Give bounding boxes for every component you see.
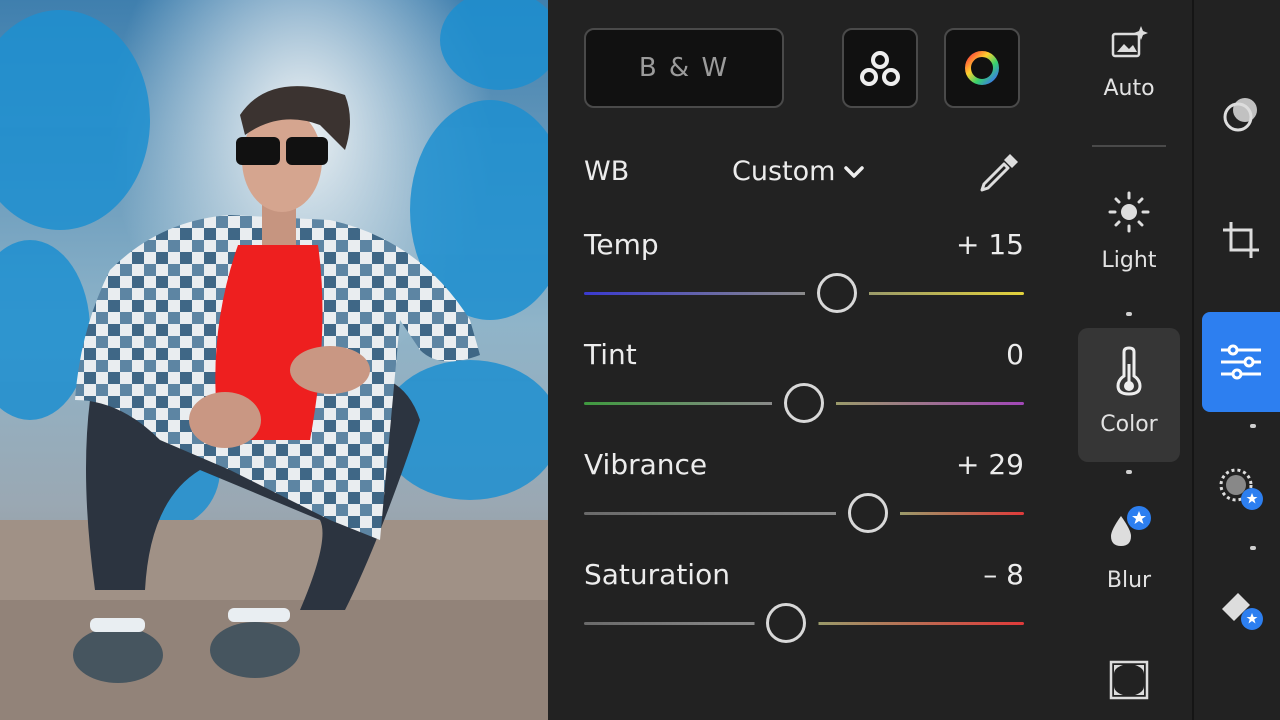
tool-vignette[interactable] [1078,660,1180,710]
white-balance-eyedropper[interactable] [976,150,1022,196]
color-edit-panel: B & W WB Custom Temp + 15 Tint 0 Vibranc… [548,0,1078,720]
temp-label: Temp [584,228,659,261]
white-balance-label: WB [584,156,630,187]
photo-preview [0,0,548,720]
saturation-slider-row: Saturation – 8 [584,558,1024,658]
sun-icon [1108,191,1150,233]
presets-icon [1223,98,1257,132]
eyedropper-icon [980,154,1018,192]
blur-drop-icon [1111,506,1151,546]
tool-light-label: Light [1101,248,1157,273]
masking-icon [1219,468,1263,510]
profiles-icon [860,51,900,86]
vibrance-slider-row: Vibrance + 29 [584,448,1024,548]
edit-tools-strip: Auto Light Color Blur [1078,0,1192,720]
tint-value: 0 [1006,338,1024,371]
vibrance-label: Vibrance [584,448,708,481]
profiles-button[interactable] [842,28,918,108]
temp-track[interactable] [584,292,1024,295]
vibrance-slider-thumb[interactable] [847,493,888,533]
tool-blur-label: Blur [1106,568,1152,593]
saturation-label: Saturation [584,558,730,591]
tint-slider-row: Tint 0 [584,338,1024,438]
color-wheel-icon [965,51,999,85]
photo-image [0,0,548,720]
temp-slider-thumb[interactable] [817,273,857,313]
nav-crop[interactable] [1202,190,1280,290]
vignette-icon [1109,660,1149,700]
saturation-value: – 8 [983,558,1024,591]
black-white-label: B & W [638,53,730,83]
color-mix-button[interactable] [944,28,1020,108]
nav-edit[interactable] [1202,312,1280,412]
white-balance-value: Custom [732,156,836,187]
nav-dot [1250,424,1256,428]
tool-dot [1126,312,1132,316]
nav-presets[interactable] [1202,66,1280,166]
white-balance-dropdown[interactable]: Custom [732,156,865,187]
tool-auto-label: Auto [1103,76,1155,101]
tool-auto[interactable]: Auto [1078,24,1180,120]
vibrance-track[interactable] [584,512,1024,515]
crop-rotate-icon [1223,222,1259,258]
eraser-icon [1222,593,1263,630]
nav-masking[interactable] [1202,438,1280,538]
right-nav [1194,0,1280,720]
tool-color-label: Color [1100,412,1158,437]
sliders-icon [1221,344,1261,380]
tool-blur[interactable]: Blur [1078,504,1180,604]
tool-dot [1126,470,1132,474]
tool-light[interactable]: Light [1078,190,1180,290]
temp-slider-row: Temp + 15 [584,228,1024,328]
saturation-slider-thumb[interactable] [766,603,807,643]
black-white-button[interactable]: B & W [584,28,784,108]
tool-divider [1092,145,1166,147]
temp-value: + 15 [956,228,1024,261]
tint-slider-thumb[interactable] [784,383,824,423]
tint-label: Tint [584,338,637,371]
chevron-down-icon [844,165,865,178]
auto-sparkle-icon [1111,26,1148,58]
tool-color[interactable]: Color [1078,328,1180,462]
thermometer-icon [1116,346,1142,396]
vibrance-value: + 29 [956,448,1024,481]
nav-dot [1250,546,1256,550]
nav-healing[interactable] [1202,558,1280,658]
